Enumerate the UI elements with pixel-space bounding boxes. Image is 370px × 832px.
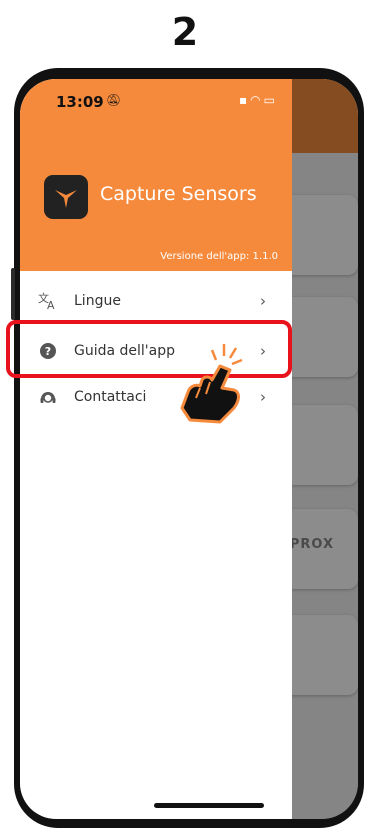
chevron-right-icon: ›	[260, 292, 266, 310]
wifi-icon: ◠	[250, 93, 264, 107]
translate-icon: 文 A	[38, 291, 58, 311]
app-name: Capture Sensors	[100, 183, 257, 205]
battery-icon: ▭	[263, 93, 278, 107]
logo-mark-icon	[55, 190, 77, 208]
status-icons: ▪◠▭	[239, 93, 278, 107]
menu-item-label: Contattaci	[74, 389, 147, 405]
support-agent-icon	[38, 387, 58, 407]
bell-muted-icon: 🔕︎	[106, 93, 122, 107]
tap-hand-icon	[180, 344, 243, 424]
svg-text:A: A	[47, 299, 55, 310]
phone-screen: PROX 13:09 🔕︎ ▪◠▭ Capture Sensors Versio…	[20, 79, 358, 819]
step-number: 2	[171, 10, 199, 54]
home-indicator	[154, 803, 264, 808]
phone-side-button	[11, 268, 15, 320]
app-version: Versione dell'app: 1.1.0	[160, 251, 278, 262]
menu-item-label: Lingue	[74, 293, 121, 309]
status-time: 13:09	[56, 93, 104, 111]
drawer-header: 13:09 🔕︎ ▪◠▭ Capture Sensors Versione de…	[20, 79, 292, 271]
app-logo	[44, 175, 88, 219]
menu-item-lingue[interactable]: 文 A Lingue ›	[20, 281, 292, 321]
navigation-drawer: 13:09 🔕︎ ▪◠▭ Capture Sensors Versione de…	[20, 79, 292, 819]
signal-icon: ▪	[239, 93, 251, 107]
